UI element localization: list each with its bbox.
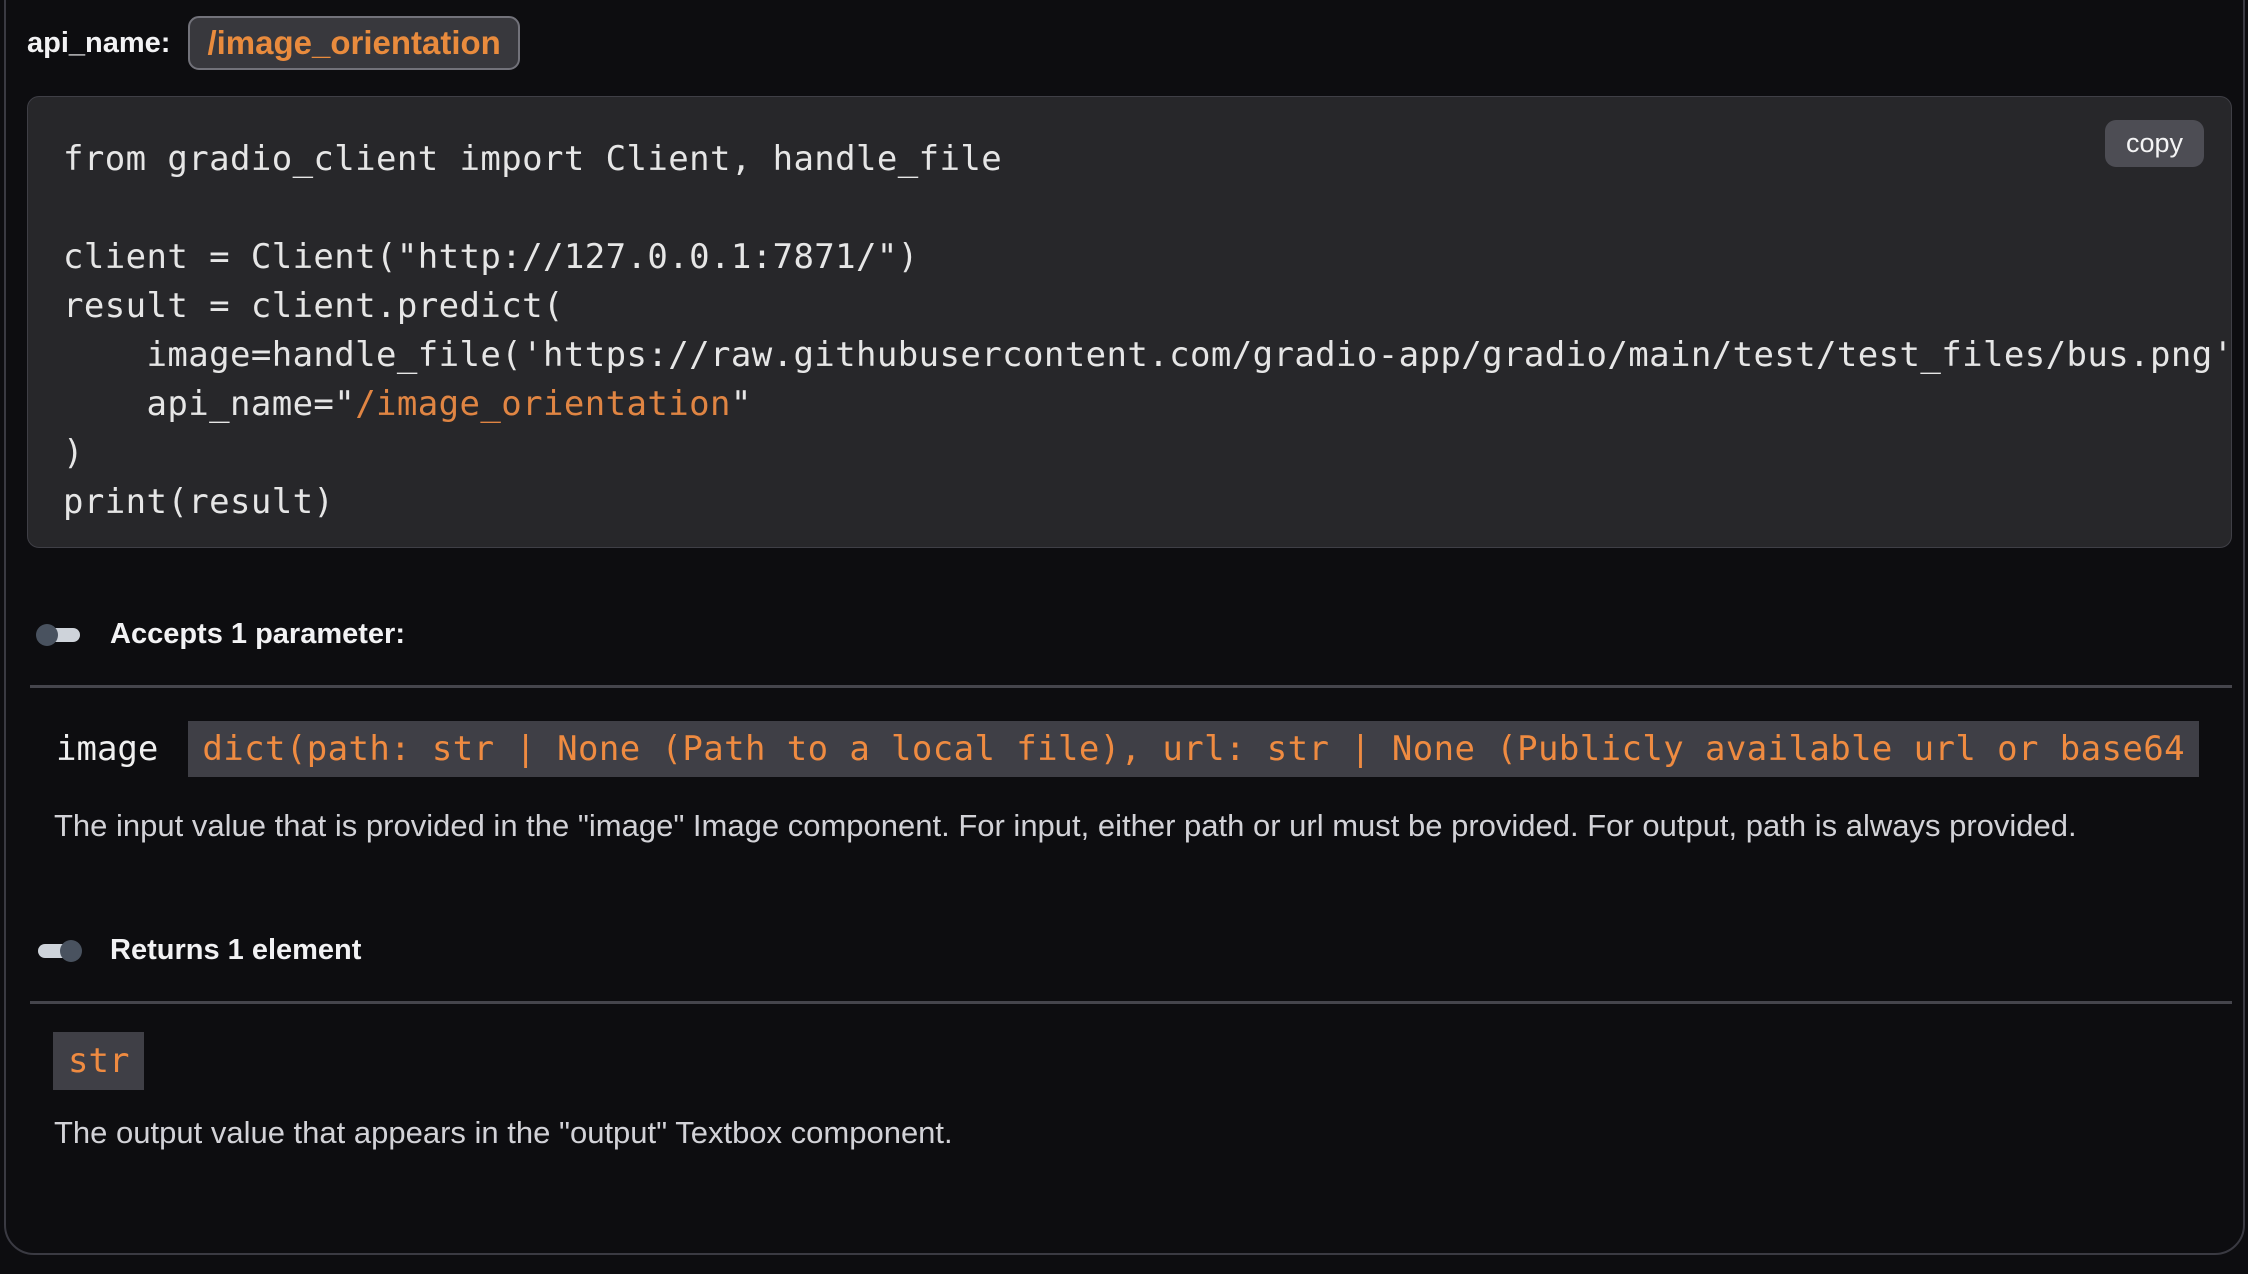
api-endpoint-card: api_name: /image_orientation from gradio… xyxy=(4,0,2245,1255)
parameter-row: image dict(path: str | None (Path to a l… xyxy=(56,721,2243,777)
accepts-section-heading: Accepts 1 parameter: xyxy=(36,618,2243,651)
api-endpoint-badge: /image_orientation xyxy=(188,16,519,70)
section-divider xyxy=(30,1001,2232,1004)
copy-button[interactable]: copy xyxy=(2105,120,2204,167)
code-snippet-block: from gradio_client import Client, handle… xyxy=(27,96,2232,548)
code-line: result = client.predict( xyxy=(63,282,2231,331)
code-line: from gradio_client import Client, handle… xyxy=(63,135,2231,184)
output-description: The output value that appears in the "ou… xyxy=(54,1102,2243,1163)
code-line: client = Client("http://127.0.0.1:7871/"… xyxy=(63,233,2231,282)
code-line: image=handle_file('https://raw.githubuse… xyxy=(63,331,2231,380)
parameter-type-badge: dict(path: str | None (Path to a local f… xyxy=(188,721,2199,777)
returns-heading-text: Returns 1 element xyxy=(110,934,361,967)
api-name-label: api_name: xyxy=(27,27,170,60)
code-line xyxy=(63,184,2231,233)
return-type-badge: str xyxy=(53,1032,144,1090)
parameter-description: The input value that is provided in the … xyxy=(54,795,2174,856)
parameter-input-icon xyxy=(36,623,86,647)
code-line: print(result) xyxy=(63,478,2231,527)
returns-section-heading: Returns 1 element xyxy=(36,934,2243,967)
code-line: api_name="/image_orientation" xyxy=(63,380,2231,429)
api-name-header: api_name: /image_orientation xyxy=(27,16,2243,70)
code-line: ) xyxy=(63,429,2231,478)
return-output-icon xyxy=(36,939,86,963)
parameter-name: image xyxy=(56,729,158,769)
section-divider xyxy=(30,685,2232,688)
accepts-heading-text: Accepts 1 parameter: xyxy=(110,618,405,651)
code-content: from gradio_client import Client, handle… xyxy=(63,135,2231,527)
